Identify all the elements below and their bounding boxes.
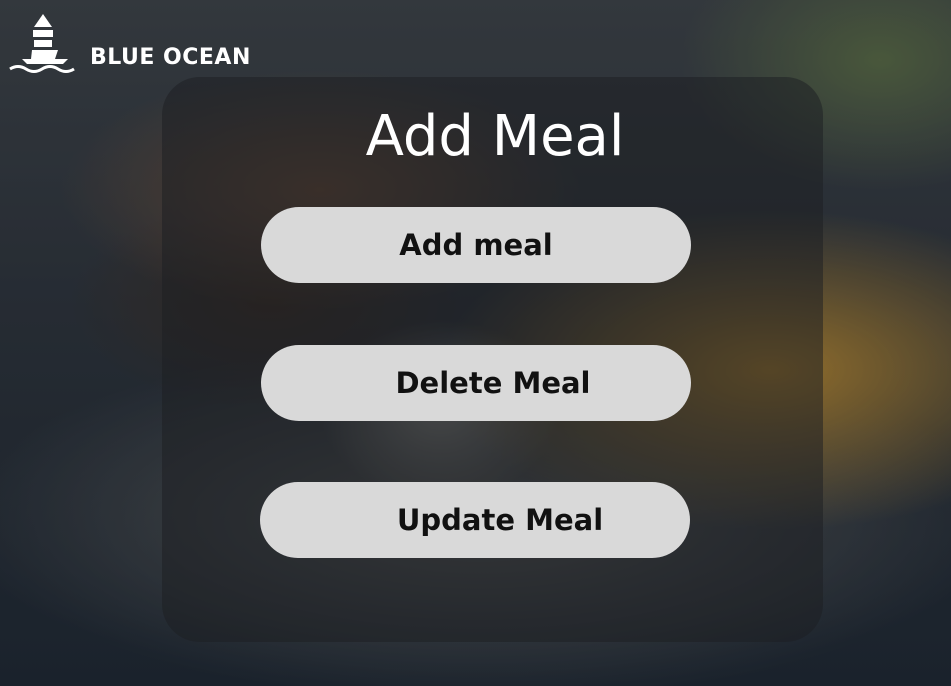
page-title: Add Meal bbox=[365, 104, 625, 169]
add-meal-button[interactable]: Add meal bbox=[261, 207, 691, 283]
update-meal-button[interactable]: Update Meal bbox=[260, 482, 690, 558]
brand-name: BLUE OCEAN bbox=[90, 45, 251, 70]
sailing-ship-icon bbox=[9, 14, 75, 73]
brand-logo[interactable]: BLUE OCEAN bbox=[8, 10, 270, 76]
delete-meal-button[interactable]: Delete Meal bbox=[261, 345, 691, 421]
